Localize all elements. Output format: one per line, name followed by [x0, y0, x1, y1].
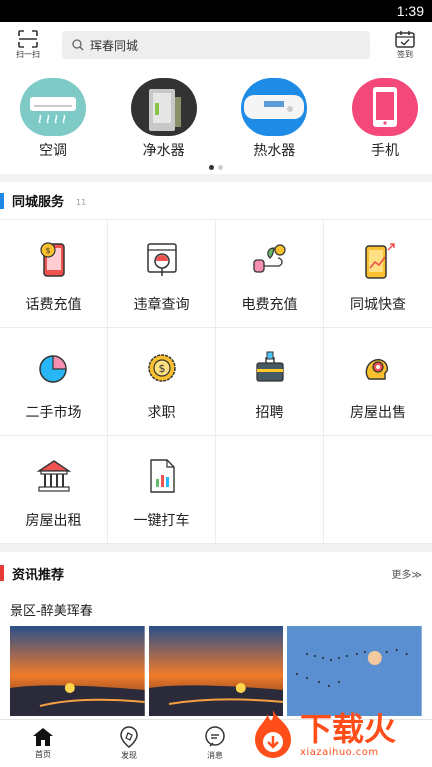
bottom-tab-bar: 首页 发现 消息 下载火 xiazaihuo.com: [0, 710, 432, 767]
home-icon: [33, 728, 53, 746]
category-phone[interactable]: 手机: [351, 78, 418, 160]
service-secondhand-market[interactable]: 二手市场: [0, 328, 108, 436]
service-label: 房屋出售: [350, 405, 406, 421]
category-air-conditioner[interactable]: 空调: [20, 78, 86, 160]
service-taxi[interactable]: 一键打车: [108, 436, 216, 544]
news-title: 资讯推荐: [12, 567, 65, 583]
section-marker: [0, 192, 4, 209]
search-icon: [72, 39, 84, 51]
secondhand-market-icon: [34, 348, 74, 388]
services-count: 11: [76, 198, 87, 207]
svg-text:$: $: [45, 246, 50, 255]
category-carousel: 空调 净水器 热水器 手机: [0, 68, 432, 174]
category-label: 净水器: [142, 143, 185, 159]
article-title: 景区-醉美珲春: [10, 604, 93, 619]
service-electricity-recharge[interactable]: 电费充值: [216, 220, 324, 328]
birds-moon-image: [287, 626, 423, 716]
services-grid: $ 话费充值 违章查询 电费充值 同城快查 二手市场 $ 求职 招聘 房屋出售 …: [0, 220, 432, 544]
carousel-dot-active: [209, 165, 214, 170]
sign-label: 签到: [397, 50, 413, 59]
more-link[interactable]: 更多≫: [392, 566, 422, 581]
service-job-seeking[interactable]: $ 求职: [108, 328, 216, 436]
news-header: 资讯推荐 更多≫: [0, 552, 432, 594]
tab-discover[interactable]: 发现: [86, 720, 172, 767]
search-value: 珲春同城: [90, 38, 139, 53]
discover-icon: [120, 726, 138, 748]
message-icon: [205, 726, 225, 747]
carousel-indicator: [0, 165, 432, 170]
tab-label: 消息: [207, 751, 223, 760]
sunset-image: [148, 626, 284, 716]
scan-label: 扫一扫: [16, 50, 40, 59]
recruitment-icon: [250, 348, 290, 388]
fire-logo-icon: [255, 710, 291, 758]
service-label: 话费充值: [25, 297, 82, 313]
service-label: 求职: [147, 405, 176, 421]
air-conditioner-icon: [20, 78, 86, 136]
sunset-image: [10, 626, 145, 716]
sign-in-button[interactable]: 签到: [388, 30, 422, 60]
phone-recharge-icon: $: [34, 240, 74, 280]
house-rent-icon: [34, 456, 74, 496]
tab-label: 首页: [35, 750, 51, 759]
services-header: 同城服务 11: [0, 182, 432, 220]
category-label: 热水器: [253, 143, 296, 159]
watermark-logo: 下载火 xiazaihuo.com: [250, 705, 426, 763]
service-quick-check[interactable]: 同城快查: [324, 220, 432, 328]
section-marker: [0, 565, 4, 581]
svg-text:$: $: [158, 362, 165, 375]
scan-icon: [18, 30, 38, 48]
category-label: 空调: [39, 143, 67, 159]
service-empty: [324, 436, 432, 544]
top-bar: 扫一扫 珲春同城 签到: [0, 22, 432, 68]
tab-label: 发现: [121, 751, 137, 760]
service-violation-query[interactable]: 违章查询: [108, 220, 216, 328]
taxi-icon: [142, 456, 182, 496]
service-label: 同城快查: [350, 297, 406, 313]
watermark-title: 下载火: [300, 709, 397, 748]
category-water-purifier[interactable]: 净水器: [130, 78, 197, 160]
quick-check-icon: [358, 240, 398, 280]
service-label: 违章查询: [133, 297, 190, 313]
service-label: 电费充值: [241, 297, 298, 313]
watermark-url: xiazaihuo.com: [300, 746, 379, 758]
job-seeking-icon: $: [142, 348, 182, 388]
service-phone-recharge[interactable]: $ 话费充值: [0, 220, 108, 328]
search-input[interactable]: 珲春同城: [62, 31, 370, 59]
service-label: 房屋出租: [25, 513, 82, 529]
tab-home[interactable]: 首页: [0, 720, 86, 767]
calendar-check-icon: [395, 31, 415, 48]
service-recruitment[interactable]: 招聘: [216, 328, 324, 436]
service-label: 二手市场: [25, 405, 82, 421]
service-label: 招聘: [255, 405, 284, 421]
service-house-sale[interactable]: 房屋出售: [324, 328, 432, 436]
phone-icon: [351, 78, 418, 136]
services-title: 同城服务: [12, 195, 65, 210]
category-label: 手机: [370, 143, 399, 159]
electricity-recharge-icon: [250, 240, 290, 280]
water-purifier-icon: [130, 78, 197, 136]
category-water-heater[interactable]: 热水器: [241, 78, 308, 160]
carousel-dot: [218, 165, 223, 170]
violation-query-icon: [142, 240, 182, 280]
status-time: 1:39: [396, 3, 424, 19]
service-label: 一键打车: [133, 513, 190, 529]
status-bar: 1:39: [0, 0, 432, 22]
service-empty: [216, 436, 324, 544]
tab-message[interactable]: 消息: [172, 720, 258, 767]
water-heater-icon: [241, 78, 308, 136]
house-sale-icon: [358, 348, 398, 388]
scan-button[interactable]: 扫一扫: [10, 30, 46, 60]
service-house-rent[interactable]: 房屋出租: [0, 436, 108, 544]
